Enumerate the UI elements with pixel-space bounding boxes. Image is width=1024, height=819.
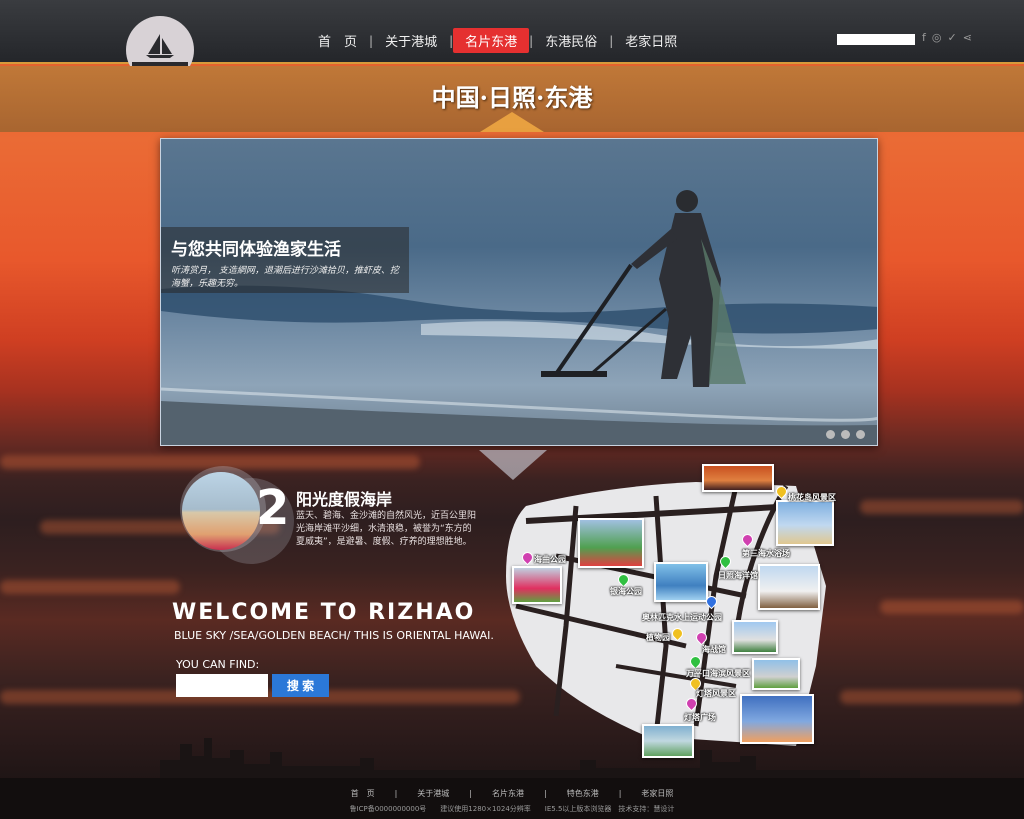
- city-skyline: [160, 738, 860, 780]
- map-label[interactable]: 灯塔风景区: [696, 688, 736, 699]
- map-photo[interactable]: [758, 564, 820, 610]
- hero-slider[interactable]: 与您共同体验渔家生活 听涛赏月， 支造網网，退潮后进行沙滩拾贝，推虾皮、挖海蟹，…: [160, 138, 878, 446]
- cloud-streak: [860, 500, 1024, 514]
- section-description: 蓝天、碧海、金沙滩的自然风光，近百公里阳光海岸滩平沙细，水清浪稳，被誉为“东方的…: [296, 511, 477, 547]
- site-footer: 首 页 | 关于港城 | 名片东港 | 特色东港 | 老家日照 鲁ICP备0000000000号…: [0, 778, 1024, 819]
- slider-dot[interactable]: [826, 430, 835, 439]
- map-photo[interactable]: [776, 500, 834, 546]
- find-search-input[interactable]: [176, 674, 268, 697]
- footer-separator: |: [394, 789, 398, 798]
- map-photo[interactable]: [752, 658, 800, 690]
- attractions-map[interactable]: 桃花岛风景区 海曲公园 第三海水浴场 银海公园 日照海洋馆 奥林匹克水上运动公园…: [496, 464, 846, 766]
- footer-separator: |: [544, 789, 547, 798]
- footer-note: 鲁ICP备0000000000号 建议使用1280×1024分辨率 IE5.5以…: [349, 805, 675, 813]
- hero-caption: 与您共同体验渔家生活 听涛赏月， 支造網网，退潮后进行沙滩拾贝，推虾皮、挖海蟹，…: [161, 227, 409, 293]
- beach-thumbnail: [182, 472, 260, 550]
- nav-item[interactable]: 首 页: [306, 28, 369, 53]
- footer-separator: |: [618, 789, 622, 798]
- map-label[interactable]: 植物园: [646, 632, 670, 643]
- footer-link[interactable]: 老家日照: [641, 789, 673, 798]
- hero-subtitle: 听涛赏月， 支造網网，退潮后进行沙滩拾贝，推虾皮、挖海蟹，乐趣无穷。: [171, 266, 399, 289]
- section-title: 阳光度假海岸: [296, 490, 393, 509]
- header-search-input[interactable]: [837, 34, 915, 45]
- banner-title: 中国·日照·东港: [431, 83, 593, 112]
- footer-separator: |: [469, 789, 472, 798]
- footer-nav: 首 页 | 关于港城 | 名片东港 | 特色东港 | 老家日照: [0, 788, 1024, 799]
- map-label[interactable]: 银海公园: [610, 586, 642, 597]
- banner-pointer: [480, 112, 544, 132]
- map-photo[interactable]: [732, 620, 778, 654]
- map-label[interactable]: 桃花岛风景区: [788, 492, 836, 503]
- slider-dot[interactable]: [841, 430, 850, 439]
- footer-link[interactable]: 特色东港: [567, 789, 599, 798]
- find-label: YOU CAN FIND:: [176, 658, 260, 671]
- cloud-streak: [840, 690, 1024, 704]
- twitter-icon[interactable]: ✓: [947, 31, 956, 44]
- map-photo[interactable]: [702, 464, 774, 492]
- nav-item[interactable]: 东港民俗: [533, 28, 609, 53]
- footer-link[interactable]: 名片东港: [492, 789, 524, 798]
- map-label[interactable]: 海曲公园: [534, 554, 566, 565]
- footer-link[interactable]: 关于港城: [417, 789, 449, 798]
- map-label[interactable]: 灯塔广场: [684, 712, 716, 723]
- slider-dots: [826, 430, 865, 439]
- main-nav: 首 页 | 关于港城 | 名片东港 | 东港民俗 | 老家日照: [306, 28, 689, 53]
- cloud-streak: [0, 580, 180, 594]
- cloud-streak: [880, 600, 1024, 614]
- nav-item[interactable]: 老家日照: [613, 28, 689, 53]
- sailboat-icon: [146, 34, 174, 58]
- welcome-subtitle: BLUE SKY /SEA/GOLDEN BEACH/ THIS IS ORIE…: [174, 629, 494, 642]
- search-button[interactable]: 搜 索: [272, 674, 329, 697]
- map-label[interactable]: 日照海洋馆: [718, 570, 758, 581]
- social-links: f ◎ ✓ ⋖: [922, 31, 972, 44]
- nav-item[interactable]: 关于港城: [373, 28, 449, 53]
- nav-item[interactable]: 名片东港: [453, 28, 530, 53]
- slider-dot[interactable]: [856, 430, 865, 439]
- share-icon[interactable]: ⋖: [963, 31, 972, 44]
- hero-title: 与您共同体验渔家生活: [171, 240, 341, 260]
- facebook-icon[interactable]: f: [922, 31, 926, 44]
- footer-link[interactable]: 首 页: [351, 789, 375, 798]
- welcome-title: WELCOME TO RIZHAO: [172, 600, 476, 625]
- map-photo[interactable]: [512, 566, 562, 604]
- map-photo[interactable]: [654, 562, 708, 602]
- section-number: 2: [256, 480, 290, 536]
- dribbble-icon[interactable]: ◎: [932, 31, 942, 44]
- map-photo[interactable]: [578, 518, 644, 568]
- map-label[interactable]: 海战馆: [702, 644, 726, 655]
- map-label[interactable]: 第三海水浴场: [742, 548, 790, 559]
- map-label[interactable]: 奥林匹克水上运动公园: [642, 612, 722, 623]
